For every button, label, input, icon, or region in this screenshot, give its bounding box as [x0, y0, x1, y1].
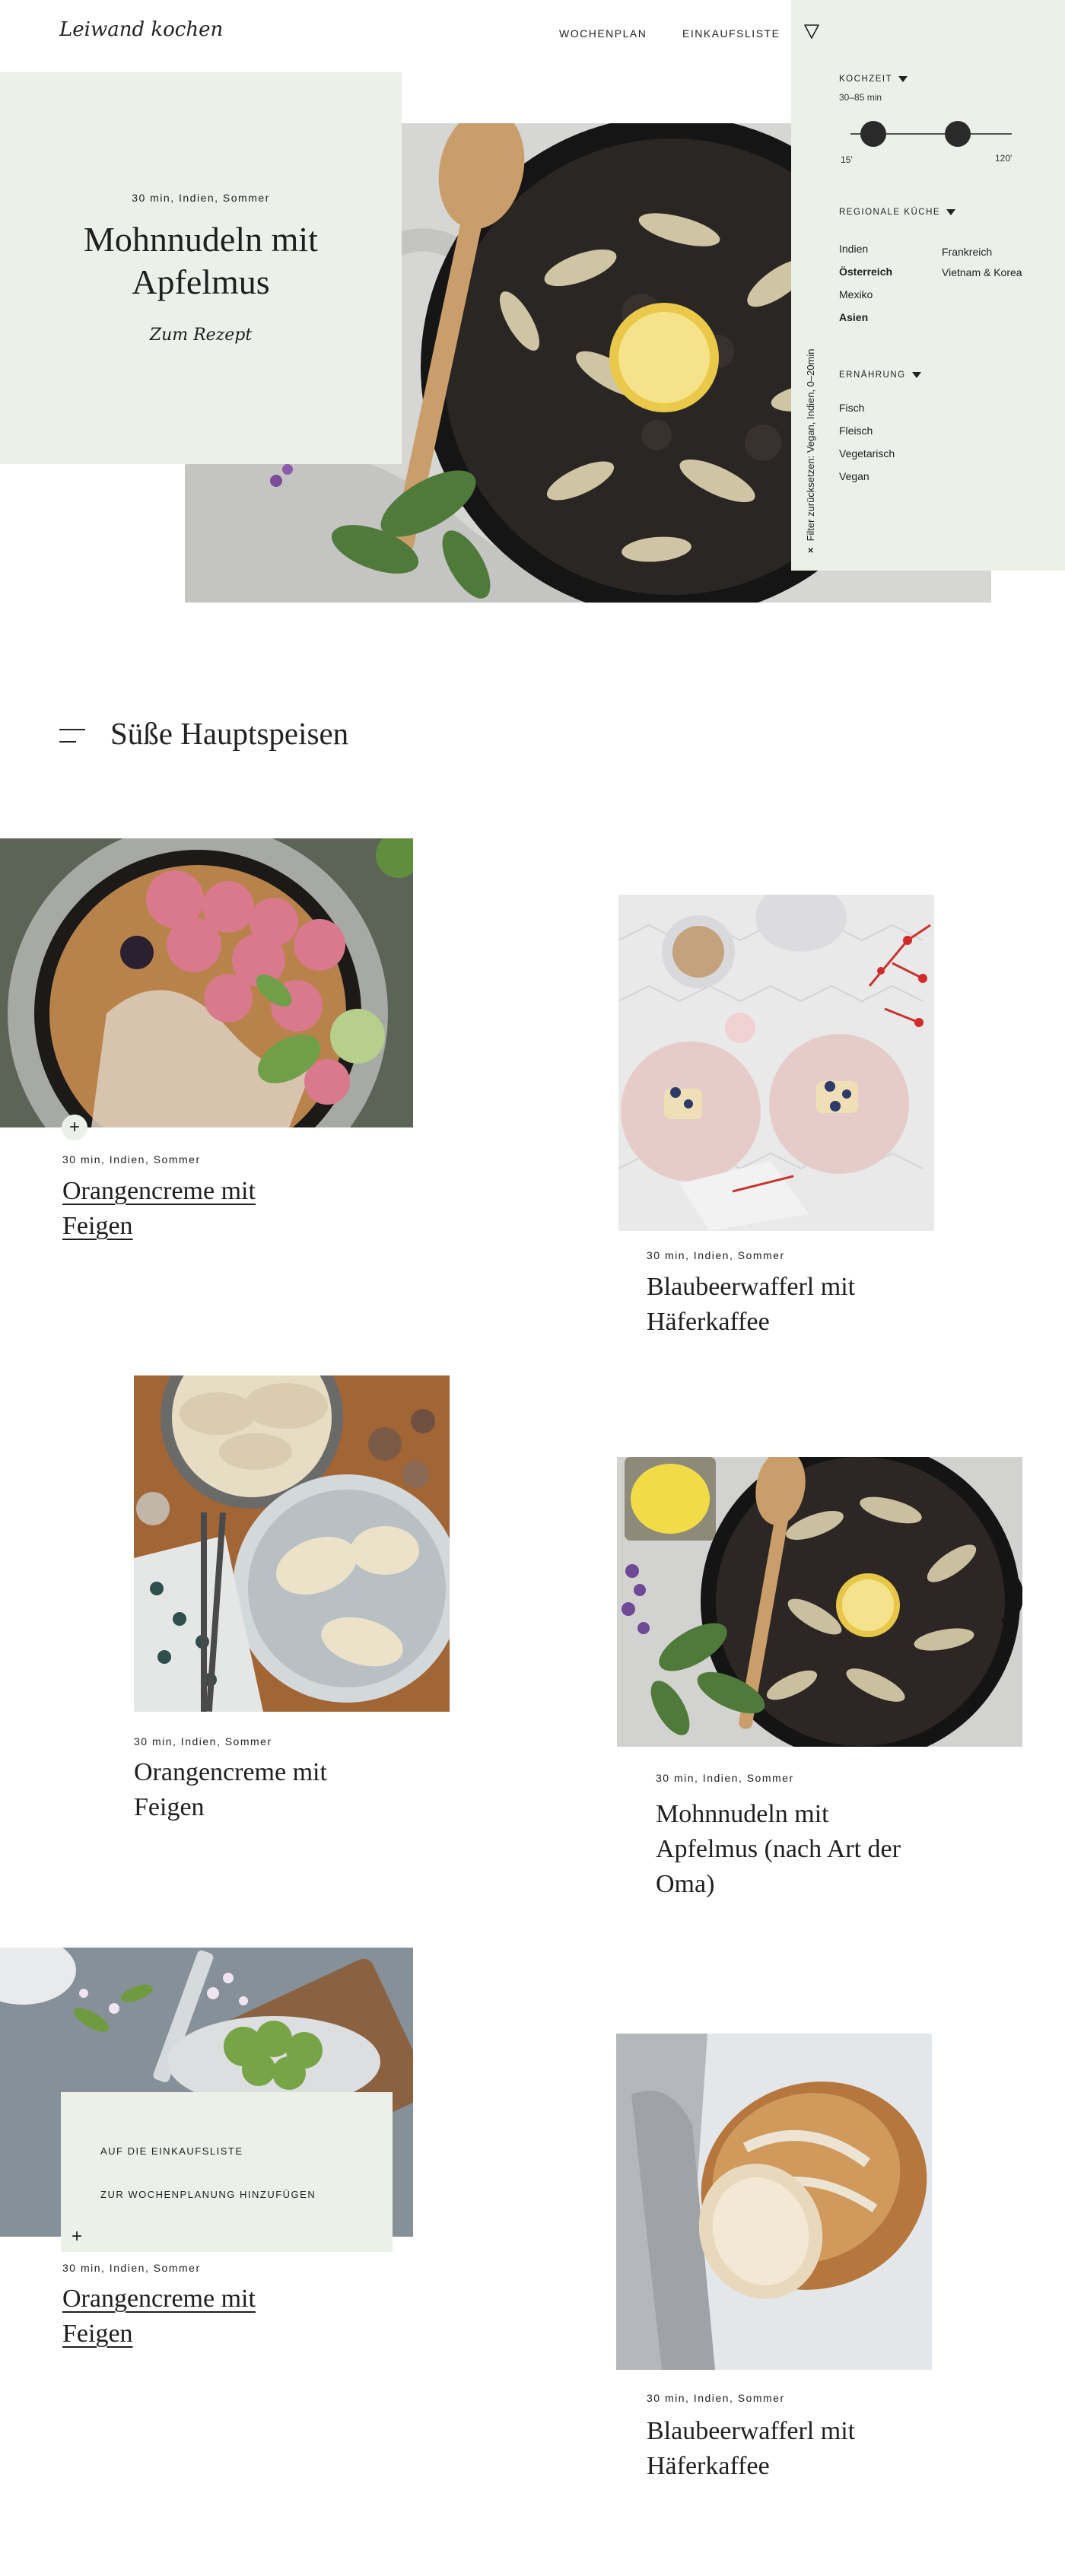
recipe-title-4[interactable]: Mohnnudeln mit Apfelmus (nach Art der Om… [656, 1797, 901, 1902]
caret-down-icon [898, 76, 908, 82]
recipe-action-popup: AUF DIE EINKAUFSLISTE ZUR WOCHENPLANUNG … [61, 2092, 393, 2252]
recipe-title-5-line-1: Orangencreme mit [62, 2285, 256, 2313]
filter-reset-link[interactable]: × Filter zurücksetzen: Vegan, Indien, 0–2… [805, 348, 816, 553]
hero-title: Mohnnudeln mit Apfelmus [0, 218, 402, 304]
filter-regional-header[interactable]: REGIONALE KÜCHE [839, 208, 956, 217]
filter-ernaehrung-label: ERNÄHRUNG [839, 370, 906, 380]
recipe-meta-4: 30 min, Indien, Sommer [656, 1772, 794, 1784]
recipe-title-2[interactable]: Blaubeerwafferl mit Häferkaffee [647, 1270, 855, 1340]
recipe-title-4-line-2: Apfelmus (nach Art der [656, 1835, 901, 1863]
filter-diet-vegan[interactable]: Vegan [839, 470, 869, 482]
filter-region-vietnam-korea[interactable]: Vietnam & Korea [942, 266, 1022, 278]
recipe-meta-5: 30 min, Indien, Sommer [62, 2262, 201, 2274]
caret-down-icon [911, 372, 921, 378]
close-icon: × [805, 547, 816, 553]
recipe-meta-1: 30 min, Indien, Sommer [62, 1153, 201, 1166]
recipe-title-5-line-2: Feigen [62, 2320, 133, 2348]
recipe-title-1-line-2: Feigen [62, 1212, 133, 1240]
filter-kochzeit-range: 30–85 min [839, 92, 882, 103]
filter-reset-label: Filter zurücksetzen: Vegan, Indien, 0–20… [805, 348, 816, 542]
filter-region-asien[interactable]: Asien [839, 311, 868, 323]
kochzeit-min-label: 15' [841, 154, 853, 165]
hero-card: 30 min, Indien, Sommer Mohnnudeln mit Ap… [0, 72, 402, 464]
recipe-title-6[interactable]: Blaubeerwafferl mit Häferkaffee [647, 2414, 855, 2484]
filter-regional-label: REGIONALE KÜCHE [839, 208, 941, 217]
nav-wochenplan[interactable]: WOCHENPLAN [559, 27, 647, 40]
filter-region-mexiko[interactable]: Mexiko [839, 288, 873, 301]
filter-diet-vegetarisch[interactable]: Vegetarisch [839, 447, 895, 460]
filter-region-oesterreich[interactable]: Österreich [839, 266, 892, 278]
add-plus-button-5[interactable]: + [64, 2224, 90, 2250]
recipe-title-1-line-1: Orangencreme mit [62, 1177, 256, 1205]
recipe-title-2-line-2: Häferkaffee [647, 1308, 770, 1336]
plus-icon: + [71, 2226, 82, 2247]
recipe-image-1[interactable] [0, 838, 413, 1127]
filter-diet-fisch[interactable]: Fisch [839, 402, 864, 414]
recipe-title-4-line-1: Mohnnudeln mit [656, 1800, 829, 1828]
recipe-meta-6: 30 min, Indien, Sommer [647, 2392, 785, 2404]
filter-kochzeit-header[interactable]: KOCHZEIT [839, 75, 908, 84]
recipe-title-6-line-2: Häferkaffee [647, 2452, 770, 2480]
recipe-image-6[interactable] [616, 2034, 932, 2370]
filter-diet-fleisch[interactable]: Fleisch [839, 425, 873, 437]
site-logo[interactable]: Leiwand kochen [59, 18, 223, 41]
recipe-title-4-line-3: Oma) [656, 1870, 715, 1898]
recipe-image-4[interactable] [617, 1457, 1022, 1747]
recipe-meta-3: 30 min, Indien, Sommer [134, 1735, 272, 1748]
hero-title-line-1: Mohnnudeln mit [84, 220, 318, 259]
recipe-title-2-line-1: Blaubeerwafferl mit [647, 1273, 856, 1301]
plus-icon: + [68, 1117, 80, 1137]
add-plus-button-1[interactable]: + [62, 1115, 87, 1140]
recipe-title-3-line-2: Feigen [134, 1793, 205, 1821]
recipe-image-3[interactable] [134, 1375, 450, 1712]
recipe-image-2[interactable] [618, 895, 934, 1231]
hero-title-line-2: Apfelmus [132, 262, 270, 301]
hero-meta: 30 min, Indien, Sommer [132, 192, 270, 204]
section-title: Süße Hauptspeisen [110, 716, 349, 751]
filter-panel [791, 0, 1065, 571]
popup-add-shopping-list[interactable]: AUF DIE EINKAUFSLISTE [100, 2145, 243, 2157]
filter-region-frankreich[interactable]: Frankreich [942, 246, 992, 258]
recipe-title-6-line-1: Blaubeerwafferl mit [647, 2417, 856, 2445]
hero-cta-link[interactable]: Zum Rezept [0, 326, 402, 345]
recipe-meta-2: 30 min, Indien, Sommer [647, 1249, 785, 1261]
recipe-title-5[interactable]: Orangencreme mit Feigen [62, 2282, 256, 2352]
filter-region-indien[interactable]: Indien [839, 243, 868, 255]
filter-ernaehrung-header[interactable]: ERNÄHRUNG [839, 370, 921, 380]
popup-add-weekly-plan[interactable]: ZUR WOCHENPLANUNG HINZUFÜGEN [100, 2189, 316, 2200]
recipe-title-1[interactable]: Orangencreme mit Feigen [62, 1174, 256, 1244]
menu-lines-icon[interactable] [59, 727, 87, 746]
caret-down-icon [946, 209, 956, 215]
filter-triangle-icon[interactable] [803, 23, 820, 40]
nav-einkaufsliste[interactable]: EINKAUFSLISTE [682, 27, 780, 40]
recipe-title-3-line-1: Orangencreme mit [134, 1758, 327, 1786]
kochzeit-max-label: 120' [995, 153, 1013, 164]
recipe-title-3[interactable]: Orangencreme mit Feigen [134, 1755, 327, 1825]
filter-kochzeit-label: KOCHZEIT [839, 75, 893, 84]
